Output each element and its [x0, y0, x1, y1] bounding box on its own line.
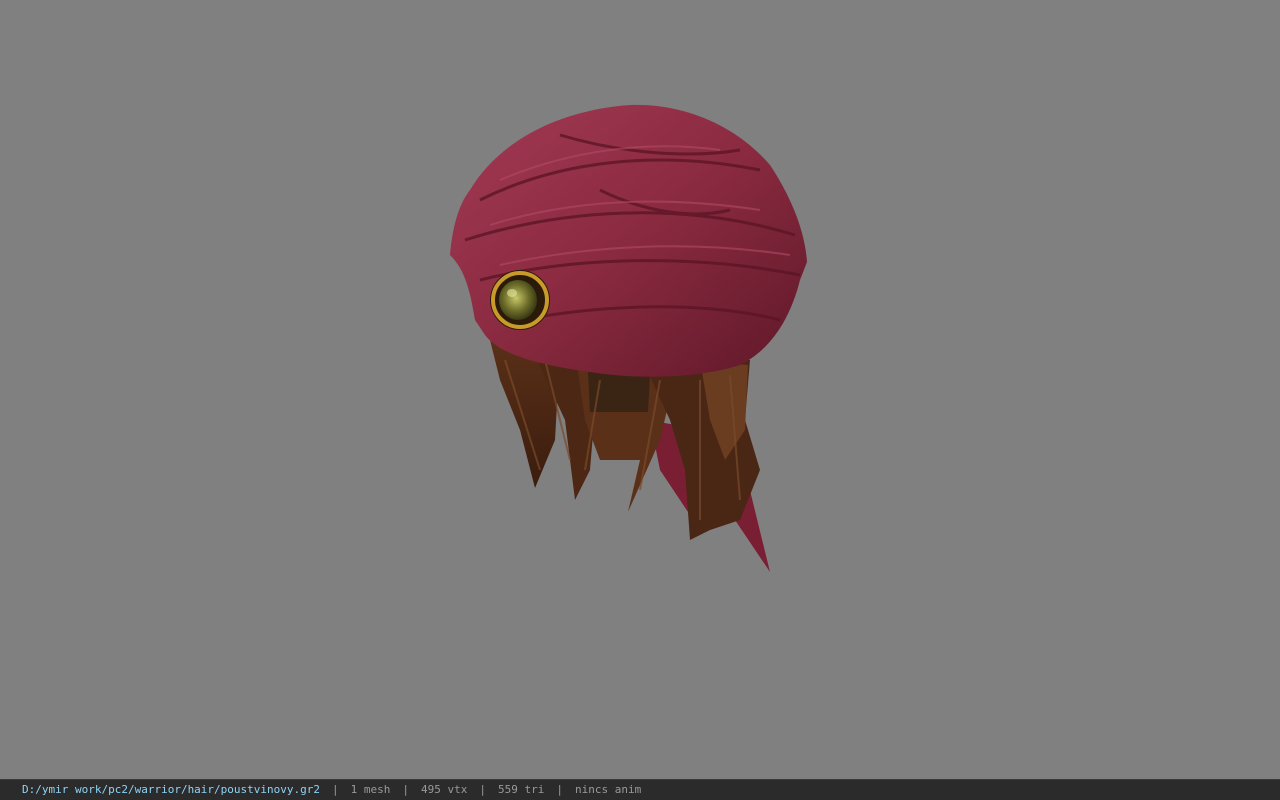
- separator: |: [402, 783, 410, 796]
- file-path: D:/ymir work/pc2/warrior/hair/poustvinov…: [22, 783, 321, 796]
- vertex-count: 495 vtx: [421, 783, 468, 796]
- animation-status: nincs anim: [574, 783, 642, 796]
- separator: |: [332, 783, 339, 796]
- separator: |: [556, 783, 563, 796]
- status-bar: D:/ymir work/pc2/warrior/hair/poustvinov…: [0, 779, 1280, 800]
- 3d-viewport[interactable]: [0, 0, 1280, 779]
- separator: |: [479, 783, 486, 796]
- triangle-count: 559 tri: [498, 783, 545, 796]
- mesh-count: 1 mesh: [350, 783, 391, 796]
- turban: [450, 104, 807, 377]
- gem-brooch: [490, 270, 550, 330]
- hair-turban-model: [450, 104, 807, 572]
